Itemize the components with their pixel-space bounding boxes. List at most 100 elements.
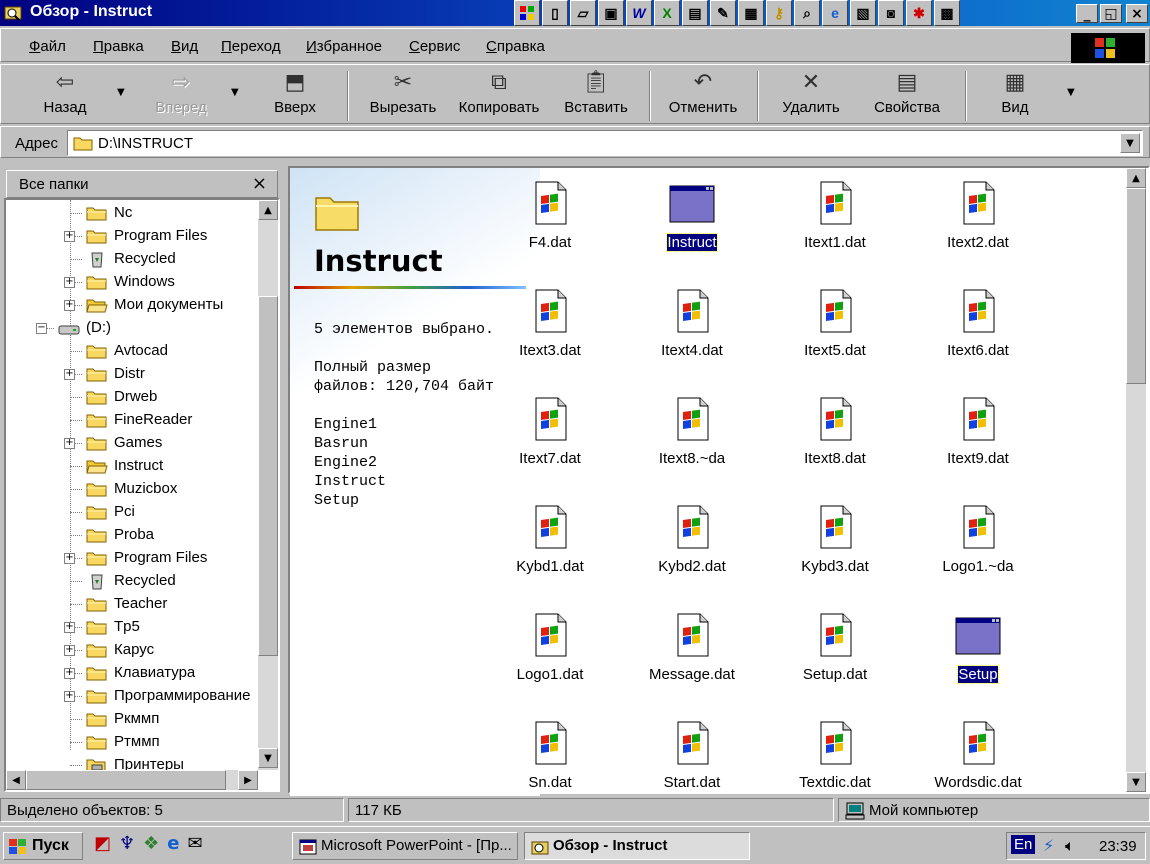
- back-button[interactable]: ⇦ Назад: [31, 69, 99, 121]
- properties-button[interactable]: ▤ Свойства: [867, 69, 947, 121]
- horizontal-scroll-thumb[interactable]: [26, 770, 226, 790]
- taskbar-powerpoint[interactable]: Microsoft PowerPoint - [Пр...: [292, 832, 518, 860]
- forward-button[interactable]: ⇨ Вперед: [147, 69, 215, 121]
- minimize-button[interactable]: _: [1076, 4, 1098, 23]
- file-item[interactable]: Itext8.~da: [621, 388, 763, 492]
- file-list-pane[interactable]: Instruct 5 элементов выбрано. Полный раз…: [288, 166, 1150, 796]
- back-dropdown-arrow[interactable]: ▼: [117, 87, 125, 98]
- menu-go[interactable]: Переход: [221, 38, 281, 55]
- internet-explorer-icon[interactable]: e: [822, 0, 848, 26]
- network-icon[interactable]: ⚡: [1043, 836, 1054, 855]
- folders-close-icon[interactable]: ×: [252, 173, 267, 194]
- app-launcher-icon[interactable]: ◩: [94, 833, 111, 854]
- title-bar[interactable]: Обзор - Instruct ▯ ▱ ▣ W X ▤ ✎ ▦ ⚷ ⌕ e ▧…: [0, 0, 1150, 26]
- file-item[interactable]: Itext1.dat: [764, 172, 906, 276]
- file-item[interactable]: Setup.dat: [764, 604, 906, 708]
- file-item[interactable]: Message.dat: [621, 604, 763, 708]
- file-item[interactable]: Itext5.dat: [764, 280, 906, 384]
- up-button[interactable]: ⬒ Вверх: [263, 69, 327, 121]
- shortcut-icon[interactable]: ▣: [598, 0, 624, 26]
- menu-favorites[interactable]: Избранное: [306, 38, 382, 55]
- paste-button[interactable]: 📋︎ Вставить: [557, 69, 635, 121]
- address-input[interactable]: D:\INSTRUCT ▼: [67, 130, 1143, 156]
- outlook-icon[interactable]: ✉: [188, 833, 203, 854]
- forward-dropdown-arrow[interactable]: ▼: [231, 87, 239, 98]
- undo-button[interactable]: ↶ Отменить: [663, 69, 743, 121]
- scroll-right-button[interactable]: ▶: [238, 770, 258, 790]
- office-icon[interactable]: [514, 0, 540, 26]
- copy-button[interactable]: ⧉ Копировать: [453, 69, 545, 121]
- open-folder-icon[interactable]: ▱: [570, 0, 596, 26]
- expand-toggle-icon[interactable]: +: [64, 231, 75, 242]
- file-item[interactable]: Instruct: [621, 172, 763, 276]
- expand-toggle-icon[interactable]: +: [64, 691, 75, 702]
- language-indicator[interactable]: En: [1011, 835, 1036, 854]
- calendar-icon[interactable]: ▦: [738, 0, 764, 26]
- folder-icon: [86, 230, 107, 244]
- folder-tree[interactable]: Nc + Program Files Recycled + Windows + Мои док…: [4, 198, 280, 792]
- expand-toggle-icon[interactable]: +: [64, 369, 75, 380]
- desktop-icon[interactable]: ❖: [143, 833, 159, 854]
- file-item[interactable]: Itext2.dat: [907, 172, 1049, 276]
- excel-icon[interactable]: X: [654, 0, 680, 26]
- scroll-down-button[interactable]: ▼: [258, 748, 278, 768]
- picture-icon[interactable]: ▧: [850, 0, 876, 26]
- content-vertical-scrollbar[interactable]: ▲ ▼: [1126, 168, 1146, 792]
- tree-vertical-scrollbar[interactable]: ▲ ▼: [258, 200, 278, 770]
- file-item[interactable]: Kybd3.dat: [764, 496, 906, 600]
- file-item[interactable]: Logo1.~da: [907, 496, 1049, 600]
- menu-file[interactable]: Файл: [29, 38, 66, 55]
- view-dropdown-arrow[interactable]: ▼: [1067, 87, 1075, 98]
- expand-toggle-icon[interactable]: +: [64, 553, 75, 564]
- tree-horizontal-scrollbar[interactable]: ◀ ▶: [6, 770, 258, 790]
- volume-icon[interactable]: 🔈︎: [1065, 836, 1075, 856]
- expand-toggle-icon[interactable]: +: [64, 645, 75, 656]
- cut-button[interactable]: ✂ Вырезать: [361, 69, 445, 121]
- internet-explorer-icon[interactable]: e: [167, 833, 179, 854]
- key-icon[interactable]: ⚷: [766, 0, 792, 26]
- expand-toggle-icon[interactable]: +: [64, 622, 75, 633]
- file-item[interactable]: Itext3.dat: [479, 280, 621, 384]
- colorful-app-icon[interactable]: ✱: [906, 0, 932, 26]
- scroll-up-button[interactable]: ▲: [1126, 168, 1146, 188]
- powerpoint-icon[interactable]: ▤: [682, 0, 708, 26]
- menu-help[interactable]: Справка: [486, 38, 545, 55]
- file-item[interactable]: Itext6.dat: [907, 280, 1049, 384]
- menu-edit[interactable]: Правка: [93, 38, 144, 55]
- address-dropdown-button[interactable]: ▼: [1120, 133, 1140, 153]
- file-item[interactable]: F4.dat: [479, 172, 621, 276]
- monitor-icon[interactable]: ▩: [934, 0, 960, 26]
- menu-view[interactable]: Вид: [171, 38, 198, 55]
- scroll-thumb[interactable]: [258, 296, 278, 656]
- new-document-icon[interactable]: ▯: [542, 0, 568, 26]
- camera-icon[interactable]: ◙: [878, 0, 904, 26]
- menu-tools[interactable]: Сервис: [409, 38, 460, 55]
- file-item[interactable]: Itext9.dat: [907, 388, 1049, 492]
- expand-toggle-icon[interactable]: +: [64, 668, 75, 679]
- channel-icon[interactable]: ♆: [119, 833, 135, 854]
- collapse-toggle-icon[interactable]: −: [36, 323, 47, 334]
- start-button[interactable]: Пуск: [3, 832, 83, 860]
- file-item[interactable]: Kybd2.dat: [621, 496, 763, 600]
- scroll-up-button[interactable]: ▲: [258, 200, 278, 220]
- maximize-button[interactable]: ◱: [1100, 4, 1122, 23]
- scroll-thumb[interactable]: [1126, 188, 1146, 384]
- find-icon[interactable]: ⌕: [794, 0, 820, 26]
- word-icon[interactable]: W: [626, 0, 652, 26]
- expand-toggle-icon[interactable]: +: [64, 300, 75, 311]
- close-button[interactable]: ×: [1126, 4, 1148, 23]
- delete-button[interactable]: ✕ Удалить: [775, 69, 847, 121]
- file-item[interactable]: Itext7.dat: [479, 388, 621, 492]
- file-item[interactable]: Logo1.dat: [479, 604, 621, 708]
- file-item[interactable]: Setup: [907, 604, 1049, 708]
- expand-toggle-icon[interactable]: +: [64, 277, 75, 288]
- file-item[interactable]: Kybd1.dat: [479, 496, 621, 600]
- file-item[interactable]: Itext4.dat: [621, 280, 763, 384]
- tool-icon[interactable]: ✎: [710, 0, 736, 26]
- scroll-down-button[interactable]: ▼: [1126, 772, 1146, 792]
- file-item[interactable]: Itext8.dat: [764, 388, 906, 492]
- scroll-left-button[interactable]: ◀: [6, 770, 26, 790]
- expand-toggle-icon[interactable]: +: [64, 438, 75, 449]
- view-button[interactable]: ▦ Вид: [983, 69, 1047, 121]
- taskbar-explorer-active[interactable]: Обзор - Instruct: [524, 832, 750, 860]
